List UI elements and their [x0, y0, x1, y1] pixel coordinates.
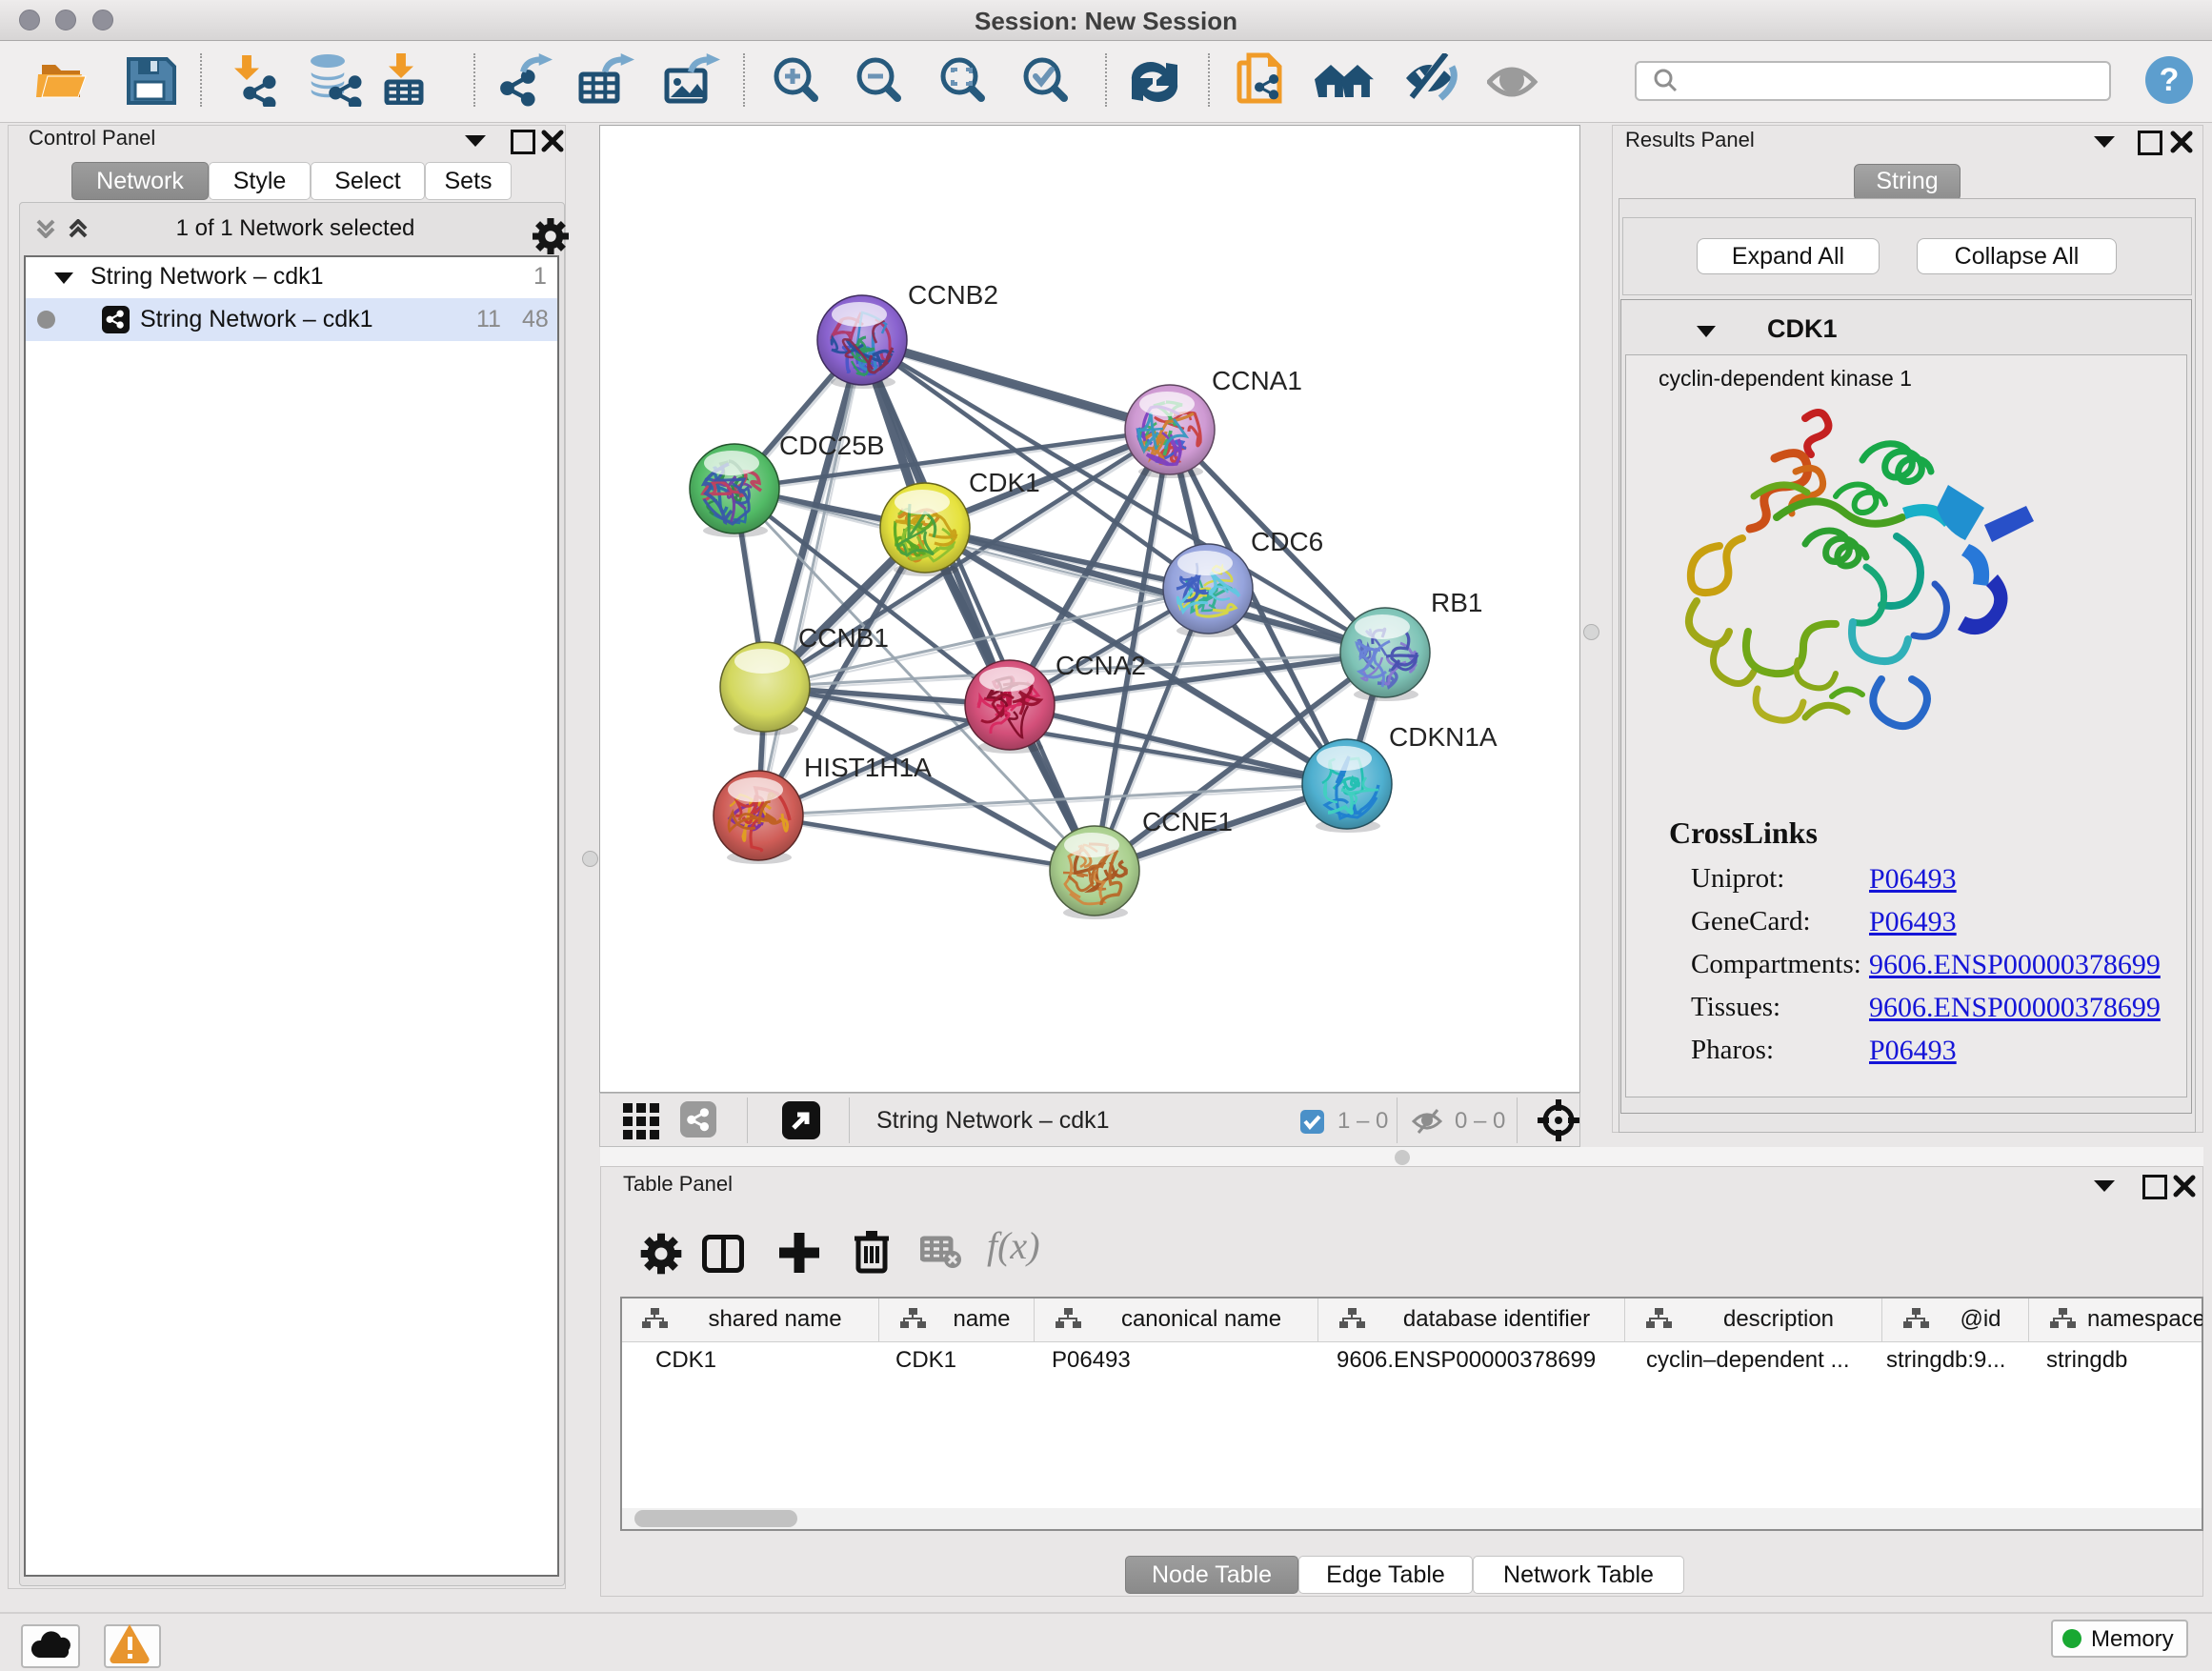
svg-text:HIST1H1A: HIST1H1A: [804, 753, 932, 782]
svg-text:CDKN1A: CDKN1A: [1389, 722, 1498, 752]
svg-text:CCNB1: CCNB1: [798, 623, 889, 653]
svg-text:CCNB2: CCNB2: [908, 280, 998, 310]
svg-text:CDC25B: CDC25B: [779, 431, 884, 460]
svg-text:CCNA2: CCNA2: [1056, 651, 1146, 680]
svg-text:RB1: RB1: [1431, 588, 1482, 617]
svg-text:CCNA1: CCNA1: [1212, 366, 1302, 395]
svg-text:CCNE1: CCNE1: [1142, 807, 1233, 836]
svg-text:CDK1: CDK1: [969, 468, 1040, 497]
svg-text:CDC6: CDC6: [1251, 527, 1323, 556]
